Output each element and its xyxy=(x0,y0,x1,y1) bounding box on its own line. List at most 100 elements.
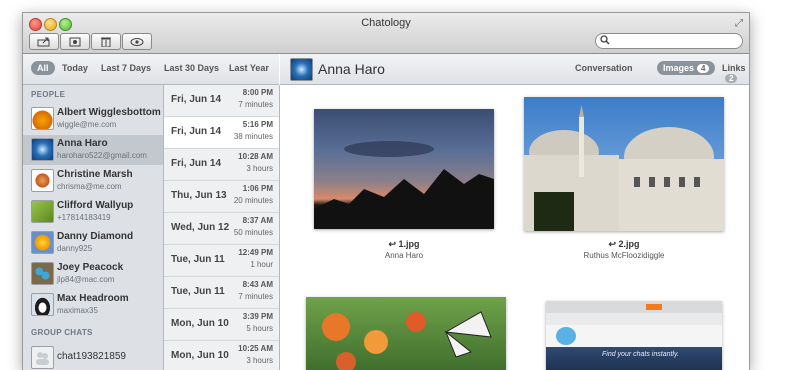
tab-links[interactable]: Links2 xyxy=(722,63,749,83)
person-albert-wigglesbottom[interactable]: Albert Wigglesbottom wiggle@me.com xyxy=(23,104,163,134)
contact-header: Anna Haro Conversation Images 4 Links2 xyxy=(280,54,749,85)
site-tagline: Find your chats instantly. xyxy=(602,351,679,358)
filter-last-7-days[interactable]: Last 7 Days xyxy=(101,63,151,73)
group-chat-name: chat193821859 xyxy=(57,351,126,362)
date-row[interactable]: Wed, Jun 12 8:37 AM 50 minutes xyxy=(164,213,279,245)
avatar xyxy=(31,107,54,130)
date-row[interactable]: Tue, Jun 11 12:49 PM 1 hour xyxy=(164,245,279,277)
filename-text: 1.jpg xyxy=(398,239,420,249)
image-thumbnail-1[interactable] xyxy=(314,109,494,229)
site-logo xyxy=(556,327,576,345)
person-name: Danny Diamond xyxy=(57,231,134,242)
group-chat-item[interactable]: chat193821859 xyxy=(23,343,163,370)
date-duration: 5 hours xyxy=(246,324,273,333)
filter-today[interactable]: Today xyxy=(62,63,88,73)
butterfly-flowers xyxy=(322,311,492,370)
date-row[interactable]: Mon, Jun 10 10:25 AM 3 hours xyxy=(164,341,279,370)
image-thumbnail-4[interactable]: Find your chats instantly. xyxy=(546,301,722,370)
date-duration: 7 minutes xyxy=(238,100,273,109)
date-duration: 38 minutes xyxy=(233,132,273,141)
avatar xyxy=(31,138,54,161)
app-window: Chatology ⤢ All Today Last 7 Days Last 3… xyxy=(22,12,750,370)
search-input[interactable] xyxy=(595,33,743,49)
images-count-badge: 4 xyxy=(697,64,710,73)
date-duration: 50 minutes xyxy=(233,228,273,237)
date-duration: 1 hour xyxy=(250,260,273,269)
date-time: 8:37 AM xyxy=(242,216,273,225)
photo-button[interactable] xyxy=(60,33,90,50)
filter-last-year[interactable]: Last Year xyxy=(229,63,269,73)
filter-all[interactable]: All xyxy=(31,61,55,75)
person-danny-diamond[interactable]: Danny Diamond danny925 xyxy=(23,228,163,258)
avatar xyxy=(31,231,54,254)
images-grid: ↩ 1.jpg Anna Haro ↩ 2.jpg Ruthus McFlooz… xyxy=(280,85,749,370)
person-email: +17814183419 xyxy=(57,213,111,222)
date-duration: 3 hours xyxy=(246,164,273,173)
person-max-headroom[interactable]: Max Headroom maximax35 xyxy=(23,290,163,320)
filter-last-30-days[interactable]: Last 30 Days xyxy=(164,63,219,73)
image-thumbnail-2[interactable] xyxy=(524,97,724,231)
date-day: Tue, Jun 11 xyxy=(171,254,225,265)
date-duration: 3 hours xyxy=(246,356,273,365)
date-day: Mon, Jun 10 xyxy=(171,318,229,329)
date-time: 1:06 PM xyxy=(242,184,273,193)
person-email: maximax35 xyxy=(57,306,98,315)
site-nav-active xyxy=(646,304,662,310)
date-day: Mon, Jun 10 xyxy=(171,350,229,361)
person-clifford-wallyup[interactable]: Clifford Wallyup +17814183419 xyxy=(23,197,163,227)
date-row[interactable]: Fri, Jun 14 8:00 PM 7 minutes xyxy=(164,85,279,117)
image-open-icon[interactable]: ↩ xyxy=(388,239,396,249)
links-count-badge: 2 xyxy=(725,74,738,83)
conversation-dates-list: Fri, Jun 14 8:00 PM 7 minutes Fri, Jun 1… xyxy=(164,85,280,370)
date-row-selected[interactable]: Fri, Jun 14 5:16 PM 38 minutes xyxy=(164,117,279,149)
date-time: 10:28 AM xyxy=(238,152,273,161)
image-filename-2: ↩ 2.jpg xyxy=(544,239,704,250)
date-day: Fri, Jun 14 xyxy=(171,94,222,105)
image-open-icon[interactable]: ↩ xyxy=(608,239,616,249)
preview-button[interactable] xyxy=(122,33,152,50)
date-time: 10:25 AM xyxy=(238,344,273,353)
dusk-silhouette xyxy=(314,141,494,229)
people-section-label: PEOPLE xyxy=(31,90,66,99)
contact-name: Anna Haro xyxy=(318,61,385,77)
person-name: Christine Marsh xyxy=(57,169,133,180)
person-anna-haro[interactable]: Anna Haro haroharo522@gmail.com xyxy=(23,135,163,165)
date-time: 8:43 AM xyxy=(242,280,273,289)
person-email: danny925 xyxy=(57,244,93,253)
person-email: wiggle@me.com xyxy=(57,120,117,129)
date-row[interactable]: Thu, Jun 13 1:06 PM 20 minutes xyxy=(164,181,279,213)
titlebar: Chatology ⤢ xyxy=(23,13,749,54)
image-sender-2: Ruthus McFloozidiggle xyxy=(583,251,665,260)
avatar xyxy=(31,262,54,285)
image-thumbnail-3[interactable] xyxy=(306,297,506,370)
image-sender-1: Anna Haro xyxy=(384,251,424,260)
delete-button[interactable] xyxy=(91,33,121,50)
tab-conversation[interactable]: Conversation xyxy=(575,63,633,73)
person-joey-peacock[interactable]: Joey Peacock jlp84@mac.com xyxy=(23,259,163,289)
person-name: Albert Wigglesbottom xyxy=(57,107,161,118)
export-button[interactable] xyxy=(29,33,59,50)
date-time: 12:49 PM xyxy=(238,248,273,257)
person-name: Anna Haro xyxy=(57,138,108,149)
person-name: Joey Peacock xyxy=(57,262,124,273)
image-filename-1: ↩ 1.jpg xyxy=(324,239,484,250)
person-christine-marsh[interactable]: Christine Marsh chrisma@me.com xyxy=(23,166,163,196)
contact-avatar xyxy=(290,58,313,81)
date-filter-bar: All Today Last 7 Days Last 30 Days Last … xyxy=(23,54,279,85)
tab-images[interactable]: Images 4 xyxy=(657,61,716,75)
date-time: 8:00 PM xyxy=(242,88,273,97)
date-row[interactable]: Fri, Jun 14 10:28 AM 3 hours xyxy=(164,149,279,181)
person-email: haroharo522@gmail.com xyxy=(57,151,147,160)
window-title: Chatology xyxy=(361,17,411,29)
date-day: Fri, Jun 14 xyxy=(171,158,222,169)
avatar xyxy=(31,293,54,316)
date-time: 3:39 PM xyxy=(242,312,273,321)
avatar xyxy=(31,200,54,223)
fullscreen-icon[interactable]: ⤢ xyxy=(735,18,743,29)
date-row[interactable]: Mon, Jun 10 3:39 PM 5 hours xyxy=(164,309,279,341)
date-row[interactable]: Tue, Jun 11 8:43 AM 7 minutes xyxy=(164,277,279,309)
photo-icon xyxy=(69,37,81,46)
person-name: Max Headroom xyxy=(57,293,129,304)
date-day: Fri, Jun 14 xyxy=(171,126,222,137)
eye-icon xyxy=(130,37,144,46)
